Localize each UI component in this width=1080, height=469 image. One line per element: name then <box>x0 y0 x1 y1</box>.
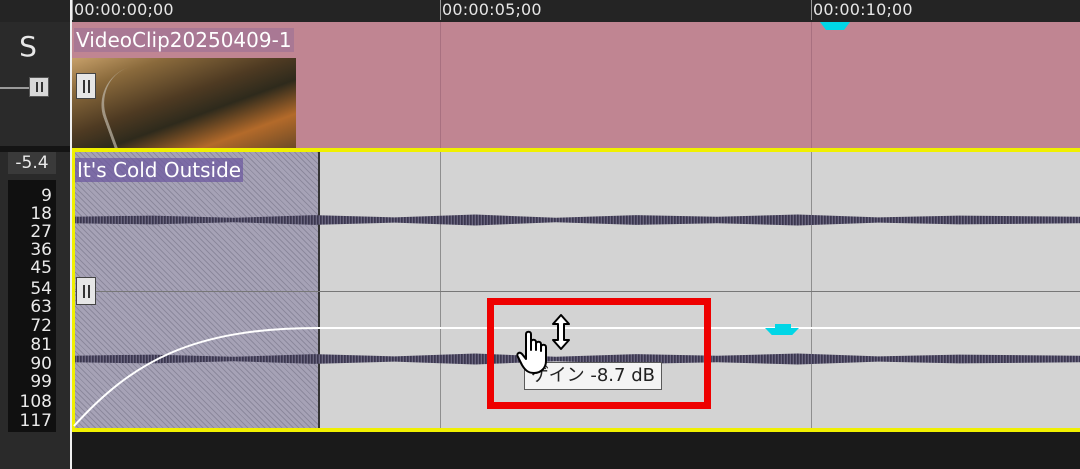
video-level-slider-track[interactable] <box>0 87 30 89</box>
meter-scale-label: 72 <box>30 316 52 336</box>
grid-line <box>440 152 441 428</box>
video-level-slider-handle[interactable] <box>29 77 49 97</box>
pause-handle-icon[interactable] <box>76 277 96 305</box>
meter-scale-label: 99 <box>30 372 52 392</box>
video-thumbnail <box>72 58 296 157</box>
meter-scale-label: 27 <box>30 222 52 242</box>
meter-scale-label: 18 <box>30 204 52 224</box>
audio-marker-top <box>775 324 791 328</box>
playhead[interactable] <box>70 0 72 469</box>
solo-button[interactable]: S <box>0 30 56 63</box>
ruler-tick-5: 00:00:05;00 <box>442 0 542 19</box>
grid-line <box>811 152 812 428</box>
meter-scale-label: 117 <box>19 411 52 431</box>
ruler-tick-10: 00:00:10;00 <box>813 0 913 19</box>
video-clip-title: VideoClip20250409-1 <box>74 28 294 52</box>
meter-scale-label: 45 <box>30 258 52 278</box>
meter-scale-label: 36 <box>30 240 52 260</box>
meter-scale-label: 63 <box>30 297 52 317</box>
audio-level-readout: -5.4 <box>8 152 56 174</box>
meter-scale-label: 108 <box>19 392 52 412</box>
meter-scale-label: 90 <box>30 354 52 374</box>
pause-handle-icon[interactable] <box>76 73 96 99</box>
ruler-tick-mark <box>72 0 73 20</box>
timeline-ruler[interactable]: 00:00:00;00 00:00:05;00 00:00:10;00 <box>0 0 1080 22</box>
fade-curve[interactable] <box>72 322 320 428</box>
meter-scale-label: 9 <box>41 186 52 206</box>
meter-scale-label: 81 <box>30 335 52 355</box>
timeline-bottom-area <box>72 432 1080 469</box>
ruler-tick-mark <box>440 0 441 20</box>
ruler-tick-0: 00:00:00;00 <box>74 0 174 19</box>
grid-line <box>440 22 441 148</box>
audio-clip-title: It's Cold Outside <box>75 158 244 182</box>
meter-scale-label: 54 <box>30 279 52 299</box>
ruler-tick-mark <box>811 0 812 20</box>
grid-line <box>811 22 812 148</box>
audio-meter-scale: 9 18 27 36 45 54 63 72 81 90 99 108 117 <box>8 180 56 432</box>
channel-divider <box>72 291 1080 292</box>
hand-cursor-icon <box>516 330 547 374</box>
